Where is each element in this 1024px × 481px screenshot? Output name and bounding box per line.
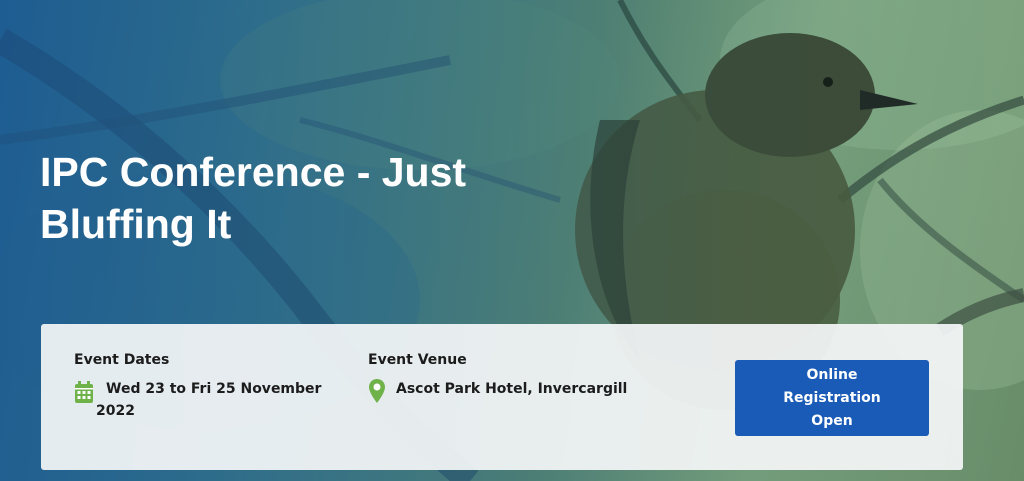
event-venue-section: Event Venue [368,352,467,368]
event-info-panel: Event Dates Wed 23 to Fri 25 November 20… [41,324,963,470]
map-pin-icon [368,378,388,409]
event-dates-label: Event Dates [74,352,170,368]
event-venue-value: Ascot Park Hotel, Invercargill [396,381,628,397]
event-venue-row: Ascot Park Hotel, Invercargill [368,378,688,409]
event-dates-value: Wed 23 to Fri 25 November 2022 [96,381,322,419]
event-dates-section: Event Dates [74,352,169,368]
online-registration-button[interactable]: Online Registration Open [735,360,929,436]
page-title: IPC Conference - Just Bluffing It [40,149,467,247]
online-registration-label: Online Registration Open [783,366,881,429]
event-dates-row: Wed 23 to Fri 25 November 2022 [74,378,324,422]
event-venue-label: Event Venue [368,352,467,368]
